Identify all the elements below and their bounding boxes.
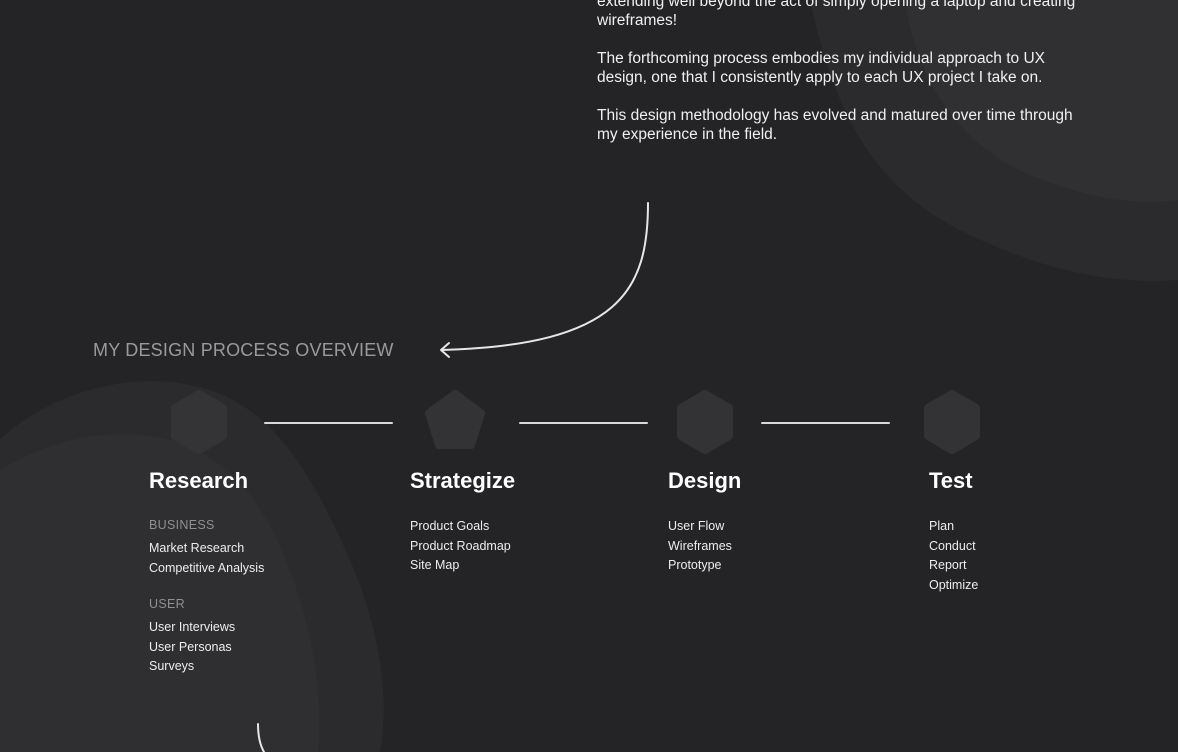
list-item: User Interviews xyxy=(149,620,236,635)
step-items: User Interviews User Personas Surveys xyxy=(149,618,264,677)
research-group-business: BUSINESS Market Research Competitive Ana… xyxy=(149,517,264,578)
list-item: Conduct xyxy=(929,538,976,553)
step-items: Plan Conduct Report Optimize xyxy=(929,517,978,595)
connector-line xyxy=(264,422,393,424)
step-items: User Flow Wireframes Prototype xyxy=(668,517,741,576)
research-group-user: USER User Interviews User Personas Surve… xyxy=(149,596,264,677)
process-step-design: Design User Flow Wireframes Prototype xyxy=(668,467,741,576)
list-item: Competitive Analysis xyxy=(149,560,265,575)
step-items: Market Research Competitive Analysis xyxy=(149,539,264,578)
step-title: Test xyxy=(929,468,973,493)
list-item: Optimize xyxy=(929,577,979,592)
list-item: Prototype xyxy=(668,558,722,573)
list-item: Plan xyxy=(929,519,955,533)
connector-line xyxy=(761,422,890,424)
step-title: Design xyxy=(668,468,742,493)
list-item: Site Map xyxy=(410,558,460,573)
list-item: Wireframes xyxy=(668,538,732,553)
process-step-test: Test Plan Conduct Report Optimize xyxy=(929,467,978,595)
hexagon-icon xyxy=(924,390,980,454)
intro-paragraph-2: The forthcoming process embodies my indi… xyxy=(597,50,1046,86)
connector-line xyxy=(519,422,648,424)
list-item: Surveys xyxy=(149,659,195,674)
list-item: User Personas xyxy=(149,639,232,654)
group-label: BUSINESS xyxy=(149,518,215,532)
step-title: Research xyxy=(149,468,249,493)
section-title: MY DESIGN PROCESS OVERVIEW xyxy=(93,340,394,360)
intro-text: extending well beyond the act of simply … xyxy=(597,0,1097,163)
list-item: Product Roadmap xyxy=(410,538,511,553)
process-step-research: Research BUSINESS Market Research Compet… xyxy=(149,467,264,677)
intro-paragraph-1: extending well beyond the act of simply … xyxy=(597,0,1076,29)
list-item: Report xyxy=(929,558,967,573)
hexagon-icon xyxy=(171,390,227,454)
step-title: Strategize xyxy=(410,468,516,493)
list-item: Product Goals xyxy=(410,519,490,533)
process-step-strategize: Strategize Product Goals Product Roadmap… xyxy=(410,467,515,576)
list-item: Market Research xyxy=(149,541,245,555)
group-label: USER xyxy=(149,597,185,612)
step-items: Product Goals Product Roadmap Site Map xyxy=(410,517,515,576)
hexagon-icon xyxy=(677,390,733,454)
hexagon-icon xyxy=(425,390,485,449)
intro-paragraph-3: This design methodology has evolved and … xyxy=(597,107,1073,143)
list-item: User Flow xyxy=(668,519,725,533)
